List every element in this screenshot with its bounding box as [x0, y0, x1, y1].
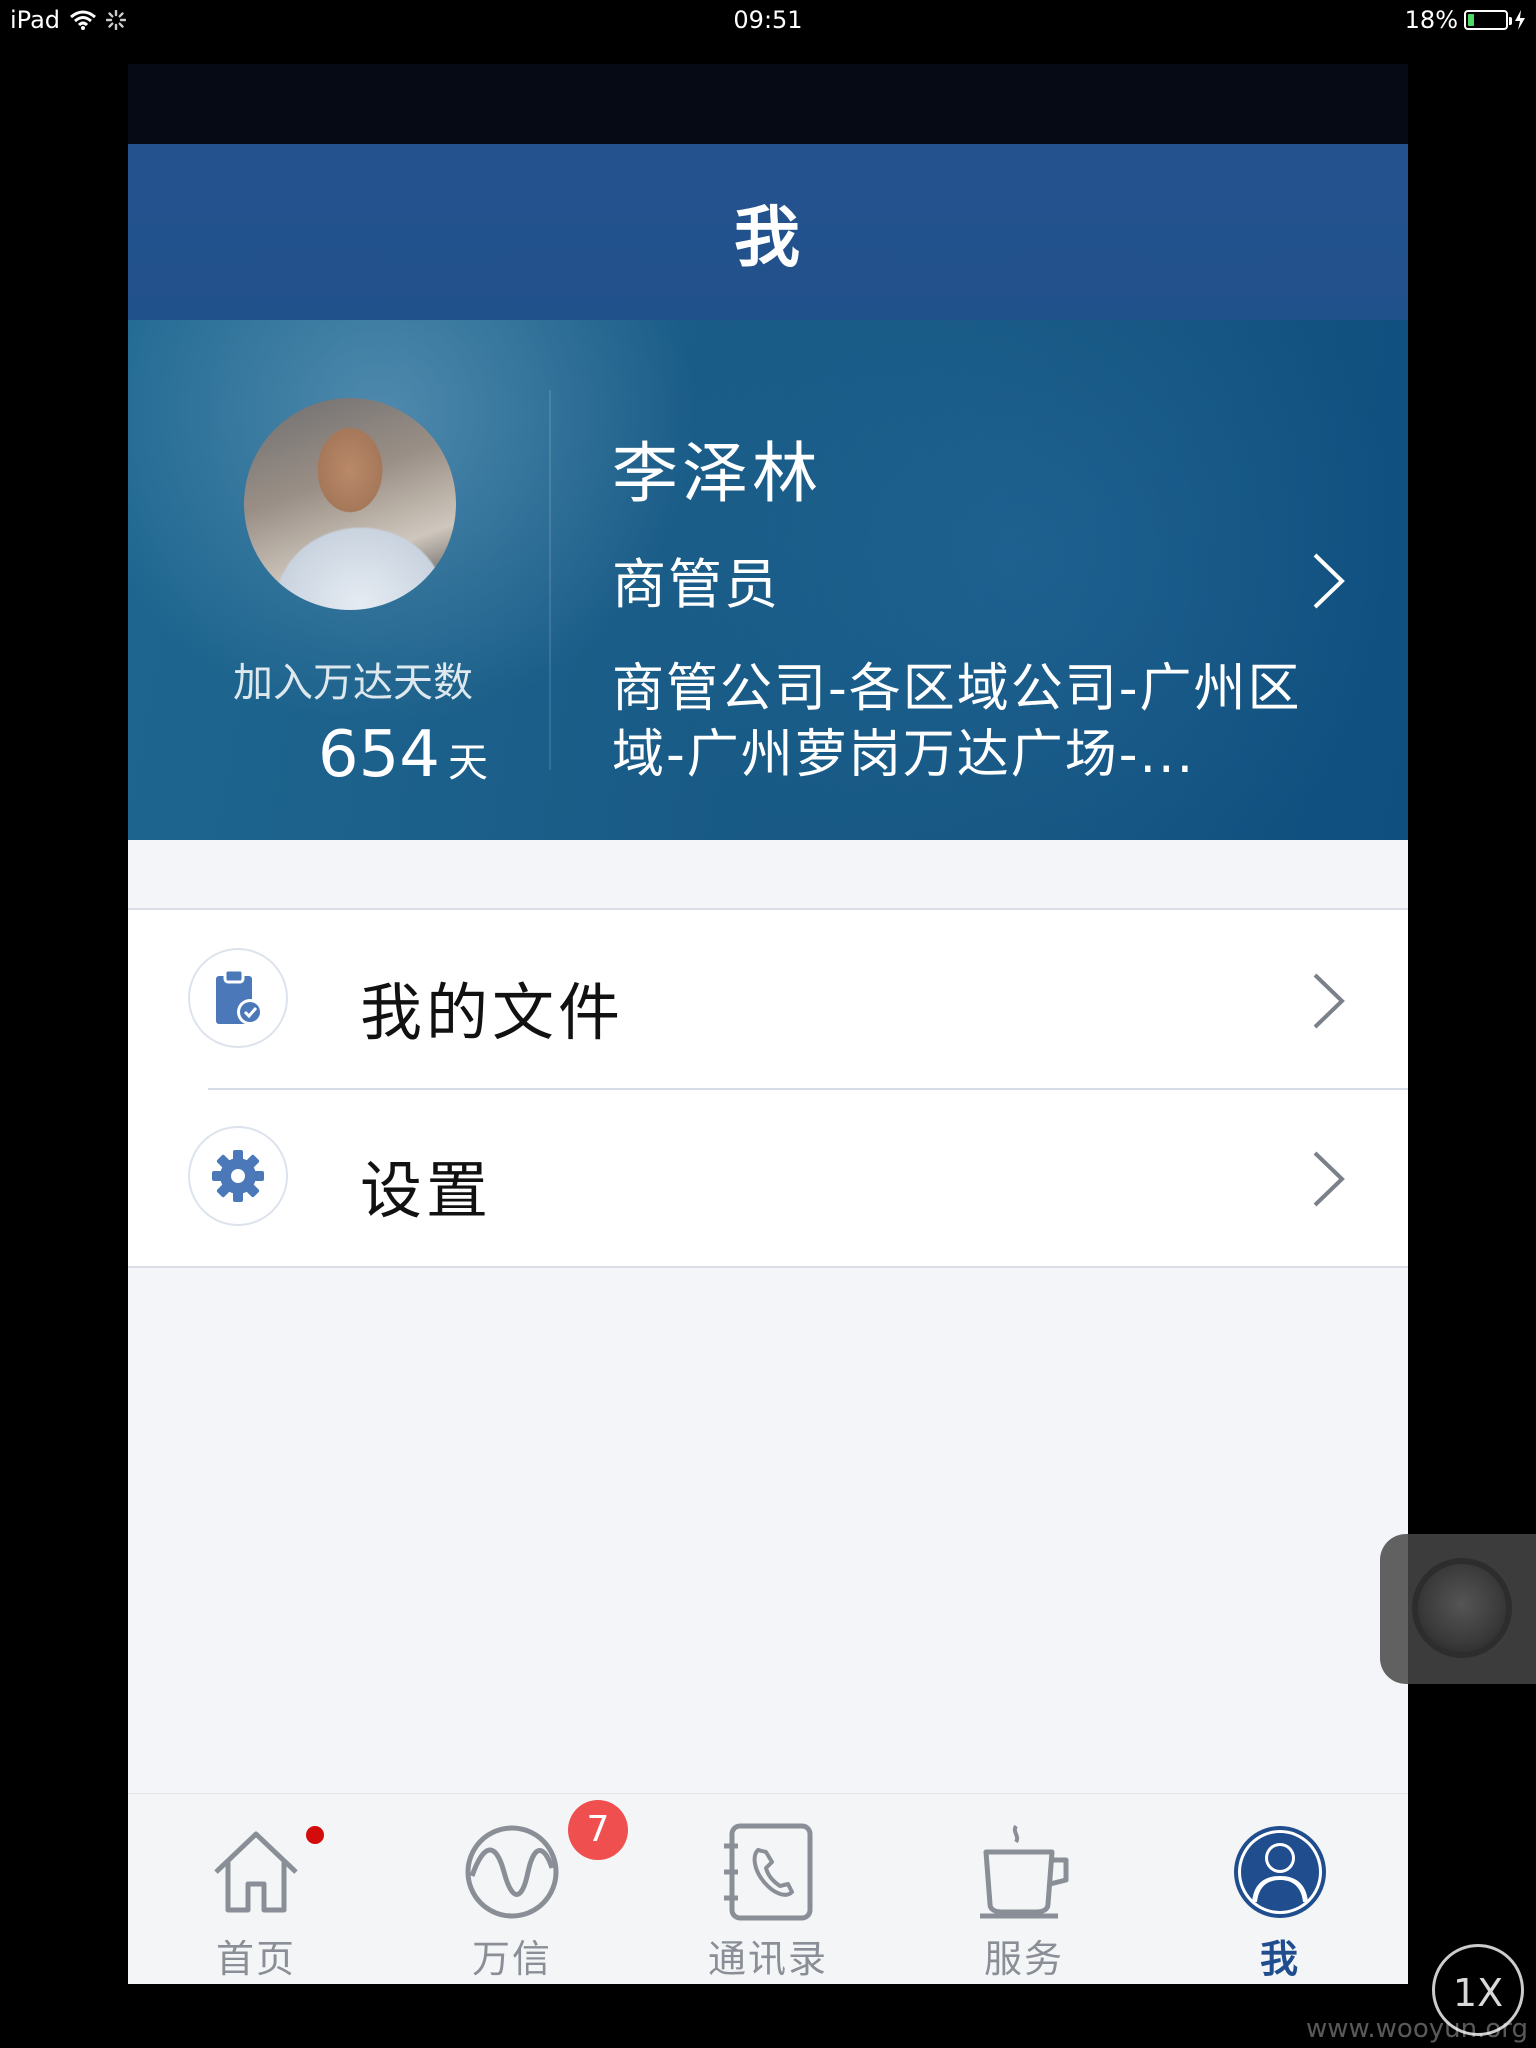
join-days-label: 加入万达天数	[233, 660, 473, 706]
app-top-strip	[128, 64, 1408, 144]
join-days-value: 654 天	[218, 718, 488, 792]
tab-contacts[interactable]: 通讯录	[640, 1794, 896, 1984]
user-name: 李泽林	[612, 435, 822, 512]
tab-label: 我	[1259, 1937, 1300, 1981]
clipboard-check-icon	[188, 948, 288, 1048]
tab-home[interactable]: 首页	[128, 1794, 384, 1984]
battery-icon	[1464, 10, 1512, 30]
tab-me[interactable]: 我	[1152, 1794, 1408, 1984]
tab-services[interactable]: 服务	[896, 1794, 1152, 1984]
user-icon	[1234, 1826, 1326, 1918]
user-role: 商管员	[612, 553, 780, 616]
join-days-count: 654	[317, 718, 440, 792]
chevron-right-icon	[1313, 973, 1345, 1029]
phone-book-icon	[724, 1823, 813, 1921]
menu-item-my-files[interactable]: 我的文件	[128, 910, 1408, 1088]
home-icon	[214, 1831, 298, 1913]
join-days-unit: 天	[448, 740, 488, 786]
wave-icon	[465, 1825, 559, 1919]
tab-label: 服务	[983, 1937, 1064, 1981]
avatar[interactable]	[244, 398, 456, 610]
chevron-right-icon[interactable]	[1312, 552, 1346, 610]
menu-label: 我的文件	[360, 976, 625, 1049]
menu-item-settings[interactable]: 设置	[128, 1088, 1408, 1266]
tab-label: 万信	[471, 1937, 552, 1981]
charging-bolt-icon	[1515, 10, 1525, 30]
profile-divider	[549, 390, 551, 770]
app-window: 我 加入万达天数 654 天 李泽林 商管员 商管公司-各区域公司-广州区域-广州…	[128, 64, 1408, 1984]
navigation-bar: 我	[128, 144, 1408, 320]
menu-label: 设置	[360, 1154, 493, 1227]
watermark: www.wooyun.org	[1305, 2014, 1528, 2044]
user-department: 商管公司-各区域公司-广州区域-广州萝岗万达广场-...	[612, 659, 1302, 785]
tab-label: 通讯录	[707, 1937, 828, 1981]
assistive-touch-icon	[1418, 1564, 1506, 1652]
status-bar: iPad 09:51 18%	[0, 0, 1536, 42]
tab-bar: 首页 万信 通讯录 服务 我 7	[128, 1793, 1408, 1984]
menu-list: 我的文件 设置	[128, 908, 1408, 1268]
chevron-right-icon	[1313, 1151, 1345, 1207]
coffee-cup-icon	[980, 1824, 1069, 1919]
tab-label: 首页	[215, 1937, 296, 1981]
profile-card[interactable]: 加入万达天数 654 天 李泽林 商管员 商管公司-各区域公司-广州区域-广州萝岗…	[128, 320, 1408, 840]
assistive-touch-button[interactable]	[1380, 1534, 1536, 1684]
status-time: 09:51	[733, 6, 803, 34]
notification-dot	[306, 1826, 324, 1844]
battery-fill	[1468, 14, 1475, 26]
page-title: 我	[734, 199, 802, 276]
gear-icon	[188, 1126, 288, 1226]
unread-badge: 7	[568, 1800, 628, 1860]
battery-percent: 18%	[1404, 6, 1458, 34]
